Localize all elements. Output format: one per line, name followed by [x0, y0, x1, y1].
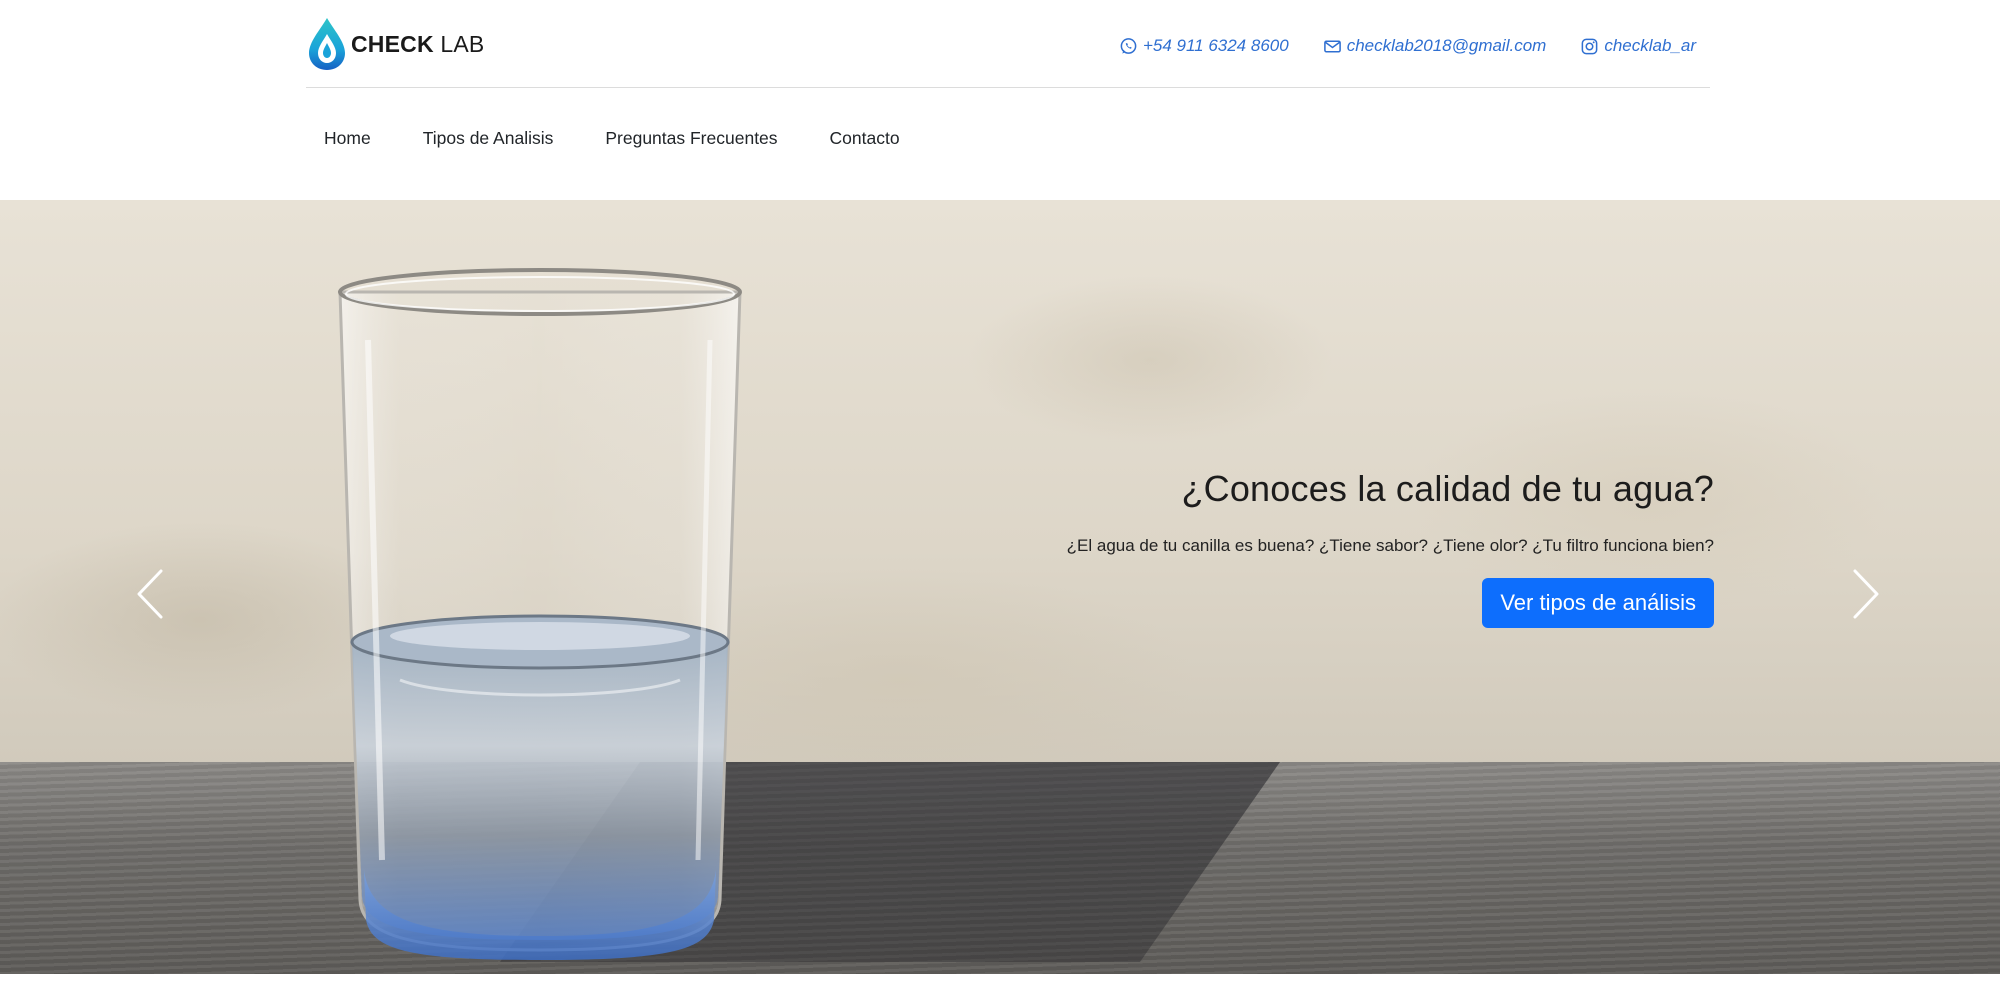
instagram-link[interactable]: checklab_ar: [1580, 36, 1696, 56]
chevron-left-icon: [137, 569, 163, 619]
contact-links: +54 911 6324 8600 checklab2018@gmail.com…: [1085, 36, 1696, 56]
top-bar: CHECK LAB +54 911 6324 8600 checklab2018…: [306, 0, 1710, 88]
water-glass-image: [338, 268, 742, 960]
carousel-prev-button[interactable]: [120, 562, 180, 626]
water-drop-icon: [309, 18, 345, 70]
hero-caption: ¿Conoces la calidad de tu agua? ¿El agua…: [1067, 468, 1714, 628]
ver-tipos-de-analisis-button[interactable]: Ver tipos de análisis: [1482, 578, 1714, 628]
whatsapp-link[interactable]: +54 911 6324 8600: [1119, 36, 1289, 56]
nav-item-preguntas-frecuentes[interactable]: Preguntas Frecuentes: [587, 128, 795, 149]
brand-logo[interactable]: CHECK LAB: [306, 16, 484, 72]
hero-title: ¿Conoces la calidad de tu agua?: [1181, 468, 1714, 509]
brand-name: CHECK LAB: [351, 30, 485, 57]
hero-subtitle: ¿El agua de tu canilla es buena? ¿Tiene …: [1066, 536, 1714, 555]
instagram-handle: checklab_ar: [1604, 36, 1696, 55]
whatsapp-icon: [1120, 37, 1137, 54]
nav-item-contacto[interactable]: Contacto: [812, 128, 918, 149]
main-nav: Home Tipos de Analisis Preguntas Frecuen…: [306, 128, 934, 149]
instagram-icon: [1581, 38, 1598, 54]
hero-carousel: ¿Conoces la calidad de tu agua? ¿El agua…: [0, 200, 2000, 974]
carousel-next-button[interactable]: [1836, 562, 1896, 626]
mail-icon: [1323, 40, 1341, 52]
email-address: checklab2018@gmail.com: [1346, 36, 1547, 55]
chevron-right-icon: [1853, 569, 1879, 619]
whatsapp-number: +54 911 6324 8600: [1142, 36, 1289, 55]
email-link[interactable]: checklab2018@gmail.com: [1323, 36, 1547, 56]
nav-item-home[interactable]: Home: [306, 128, 389, 149]
nav-item-tipos-de-analisis[interactable]: Tipos de Analisis: [405, 128, 572, 149]
